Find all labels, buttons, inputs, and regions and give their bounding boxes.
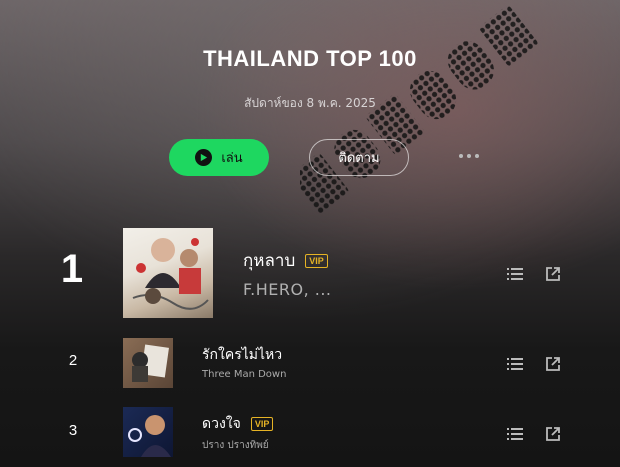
- track-artist[interactable]: Three Man Down: [202, 369, 286, 380]
- track-artist[interactable]: F.HERO, ...: [243, 280, 332, 299]
- list-icon[interactable]: [506, 355, 524, 373]
- album-cover[interactable]: [123, 407, 173, 457]
- follow-label: ติดตาม: [338, 151, 380, 166]
- track-rank: 1: [60, 247, 84, 291]
- watermark-stamp: [300, 6, 538, 214]
- track-title[interactable]: กุหลาบ VIP: [243, 247, 328, 274]
- chart-week-label: สัปดาห์ของ 8 พ.ค. 2025: [244, 96, 376, 110]
- track-row[interactable]: 3 ดวงใจ VIP ปราง ปรางทิพย์: [0, 407, 620, 457]
- page-title: THAILAND TOP 100: [203, 46, 417, 71]
- track-title[interactable]: ดวงใจ VIP: [202, 413, 274, 435]
- list-icon[interactable]: [506, 265, 524, 283]
- vip-badge: VIP: [305, 253, 328, 268]
- track-rank: 2: [68, 352, 78, 369]
- album-cover[interactable]: [123, 338, 173, 388]
- share-icon[interactable]: [544, 355, 562, 373]
- share-icon[interactable]: [544, 265, 562, 283]
- track-row[interactable]: 2 รักใครไม่ไหว Three Man Down: [0, 338, 620, 388]
- vip-badge: VIP: [250, 417, 274, 431]
- follow-button[interactable]: ติดตาม: [309, 139, 409, 176]
- list-icon[interactable]: [506, 425, 524, 443]
- track-title[interactable]: รักใครไม่ไหว: [202, 344, 282, 366]
- play-button[interactable]: เล่น: [169, 139, 269, 176]
- play-icon: [195, 149, 213, 166]
- track-row[interactable]: 1 กุหลาบ VIP F.HERO, ...: [0, 228, 620, 318]
- track-rank: 3: [68, 422, 78, 439]
- track-title-text: กุหลาบ: [243, 251, 296, 271]
- share-icon[interactable]: [544, 425, 562, 443]
- track-artist[interactable]: ปราง ปรางทิพย์: [202, 438, 269, 453]
- track-title-text: ดวงใจ: [202, 416, 241, 432]
- track-title-text: รักใครไม่ไหว: [202, 347, 283, 363]
- play-label: เล่น: [221, 151, 243, 166]
- more-icon[interactable]: [456, 146, 482, 166]
- album-cover[interactable]: [123, 228, 213, 318]
